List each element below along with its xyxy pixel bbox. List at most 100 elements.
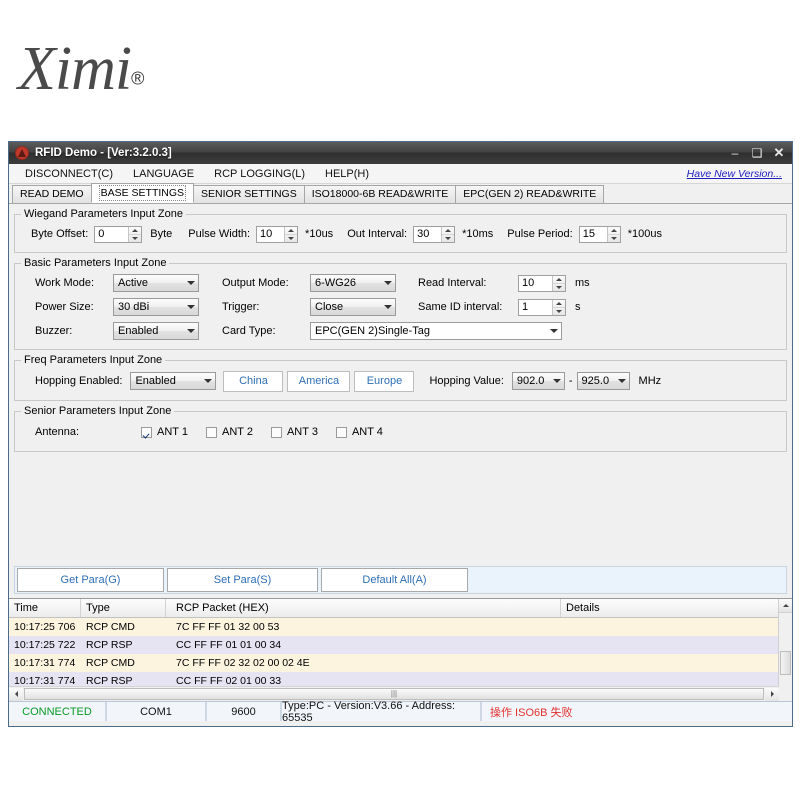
log-vertical-scrollbar[interactable] xyxy=(778,599,792,701)
antenna-3-label: ANT 3 xyxy=(286,426,318,438)
card-type-select[interactable]: EPC(GEN 2)Single-Tag xyxy=(310,322,562,340)
byte-offset-up-icon[interactable] xyxy=(129,227,142,235)
pulse-period-input[interactable] xyxy=(579,226,607,242)
pulse-width-input[interactable] xyxy=(257,226,285,242)
log-cell-time: 10:17:25 706 xyxy=(14,621,76,633)
status-bar: CONNECTED COM1 9600 Type:PC - Version:V3… xyxy=(9,700,792,724)
tab-read-demo[interactable]: READ DEMO xyxy=(12,185,92,203)
set-para-button[interactable]: Set Para(S) xyxy=(167,568,318,592)
pulse-width-stepper[interactable] xyxy=(256,225,299,243)
region-china-button[interactable]: China xyxy=(223,370,284,392)
read-interval-up-icon[interactable] xyxy=(553,276,565,284)
log-cell-time: 10:17:31 774 xyxy=(14,657,76,669)
status-connection: CONNECTED xyxy=(9,702,107,721)
hopping-enabled-select[interactable]: Enabled xyxy=(130,372,217,390)
hopping-enabled-label: Hopping Enabled: xyxy=(35,375,123,387)
antenna-1-checkbox[interactable] xyxy=(141,426,152,438)
horizontal-scroll-track[interactable]: ||| xyxy=(23,687,765,701)
freq-parameters-zone: Freq Parameters Input Zone Hopping Enabl… xyxy=(14,354,787,401)
status-port: COM1 xyxy=(107,702,207,721)
tab-senior-settings[interactable]: SENIOR SETTINGS xyxy=(193,185,305,203)
card-type-label: Card Type: xyxy=(222,325,276,337)
region-europe-button[interactable]: Europe xyxy=(354,370,415,392)
buzzer-label: Buzzer: xyxy=(35,325,73,337)
chevron-down-icon xyxy=(204,379,213,383)
region-america-button[interactable]: America xyxy=(287,370,351,392)
same-id-interval-input[interactable] xyxy=(519,299,552,315)
menu-help[interactable]: HELP(H) xyxy=(315,168,379,180)
brand-header: Ximi® xyxy=(0,0,800,140)
out-interval-stepper[interactable] xyxy=(413,225,456,243)
same-id-up-icon[interactable] xyxy=(553,300,565,308)
hopping-value-label: Hopping Value: xyxy=(429,375,504,387)
table-row[interactable]: 10:17:25 722 RCP RSP CC FF FF 01 01 00 3… xyxy=(9,636,792,654)
buzzer-select[interactable]: Enabled xyxy=(113,322,199,340)
same-id-interval-stepper[interactable] xyxy=(518,298,566,316)
power-size-select[interactable]: 30 dBi xyxy=(113,298,199,316)
antenna-3-checkbox[interactable] xyxy=(270,426,282,438)
hopping-to-select[interactable]: 925.0 xyxy=(576,372,630,390)
maximize-button[interactable]: ❑ xyxy=(746,144,768,162)
out-interval-up-icon[interactable] xyxy=(442,227,455,235)
scroll-up-icon[interactable] xyxy=(779,599,792,613)
wiegand-parameters-zone: Wiegand Parameters Input Zone Byte Offse… xyxy=(14,208,787,253)
minimize-button[interactable]: – xyxy=(724,144,746,162)
out-interval-input[interactable] xyxy=(414,226,442,242)
status-baudrate: 9600 xyxy=(207,702,282,721)
chevron-down-icon xyxy=(187,305,195,309)
read-interval-input[interactable] xyxy=(519,275,552,291)
log-col-packet[interactable]: RCP Packet (HEX) xyxy=(166,599,561,617)
hopping-from-select[interactable]: 902.0 xyxy=(511,372,565,390)
scroll-left-icon[interactable] xyxy=(9,687,23,701)
antenna-4-checkbox[interactable] xyxy=(335,426,347,438)
pulse-period-unit-label: *100us xyxy=(627,228,662,240)
work-mode-select[interactable]: Active xyxy=(113,274,199,292)
read-interval-stepper[interactable] xyxy=(518,274,566,292)
hopping-unit-label: MHz xyxy=(638,375,662,387)
byte-offset-input[interactable] xyxy=(95,226,129,242)
company-logo: Ximi® xyxy=(18,34,144,104)
log-col-details[interactable]: Details xyxy=(561,599,792,617)
output-mode-select[interactable]: 6-WG26 xyxy=(310,274,396,292)
pulse-period-up-icon[interactable] xyxy=(607,227,620,235)
log-col-time[interactable]: Time xyxy=(9,599,81,617)
tab-base-settings[interactable]: BASE SETTINGS xyxy=(90,183,195,203)
default-all-button[interactable]: Default All(A) xyxy=(321,568,468,592)
have-new-version-link[interactable]: Have New Version... xyxy=(687,168,782,180)
menu-rcp-logging[interactable]: RCP LOGGING(L) xyxy=(204,168,315,180)
pulse-period-down-icon[interactable] xyxy=(608,235,620,242)
action-button-bar: Get Para(G) Set Para(S) Default All(A) xyxy=(14,566,787,594)
pulse-period-stepper[interactable] xyxy=(578,225,621,243)
get-para-button[interactable]: Get Para(G) xyxy=(17,568,164,592)
work-mode-label: Work Mode: xyxy=(35,277,95,289)
senior-parameters-zone: Senior Parameters Input Zone Antenna: AN… xyxy=(14,405,787,452)
read-interval-down-icon[interactable] xyxy=(553,284,565,291)
antenna-2-checkbox[interactable] xyxy=(205,426,217,438)
out-interval-down-icon[interactable] xyxy=(442,235,454,242)
trigger-select[interactable]: Close xyxy=(310,298,396,316)
byte-offset-stepper[interactable] xyxy=(94,225,143,243)
pulse-period-label: Pulse Period: xyxy=(507,228,573,240)
log-cell-packet: CC FF FF 01 01 00 34 xyxy=(176,639,282,651)
menu-disconnect[interactable]: DISCONNECT(C) xyxy=(15,168,123,180)
tab-epc-gen2-readwrite[interactable]: EPC(GEN 2) READ&WRITE xyxy=(455,185,605,203)
log-horizontal-scrollbar[interactable]: ||| xyxy=(9,686,779,701)
log-cell-packet: 7C FF FF 01 32 00 53 xyxy=(176,621,280,633)
menu-language[interactable]: LANGUAGE xyxy=(123,168,204,180)
same-id-interval-label: Same ID interval: xyxy=(418,301,503,313)
pulse-width-down-icon[interactable] xyxy=(285,235,297,242)
table-row[interactable]: 10:17:31 774 RCP CMD 7C FF FF 02 32 02 0… xyxy=(9,654,792,672)
basic-parameters-zone: Basic Parameters Input Zone Work Mode: A… xyxy=(14,257,787,350)
wiegand-zone-legend: Wiegand Parameters Input Zone xyxy=(24,208,183,220)
log-col-type[interactable]: Type xyxy=(81,599,166,617)
pulse-width-up-icon[interactable] xyxy=(285,227,298,235)
close-button[interactable]: ✕ xyxy=(768,144,790,162)
same-id-unit-label: s xyxy=(575,301,581,313)
horizontal-scroll-thumb[interactable]: ||| xyxy=(24,687,764,700)
scroll-right-icon[interactable] xyxy=(765,687,779,701)
vertical-scroll-thumb[interactable] xyxy=(780,651,791,675)
table-row[interactable]: 10:17:25 706 RCP CMD 7C FF FF 01 32 00 5… xyxy=(9,618,792,636)
byte-offset-down-icon[interactable] xyxy=(129,235,141,242)
same-id-down-icon[interactable] xyxy=(553,308,565,315)
tab-iso18000-6b-readwrite[interactable]: ISO18000-6B READ&WRITE xyxy=(303,185,457,203)
